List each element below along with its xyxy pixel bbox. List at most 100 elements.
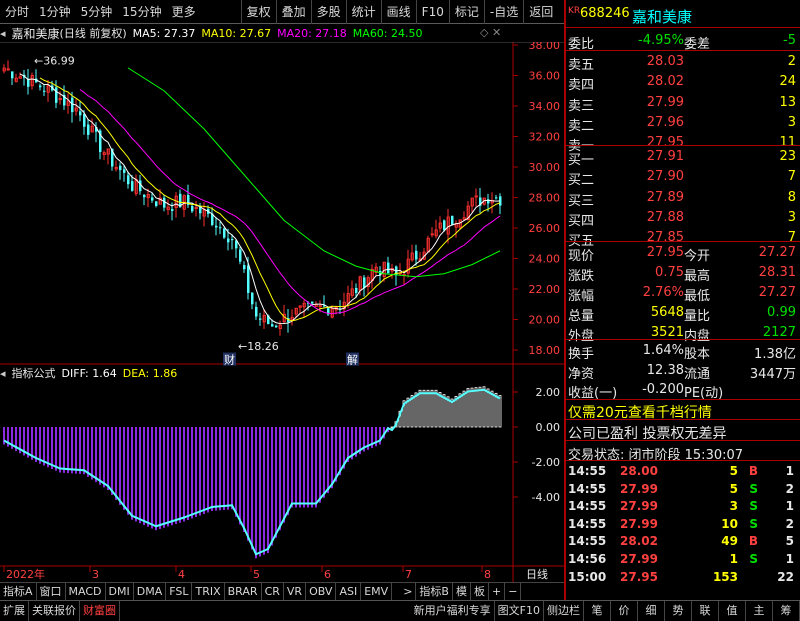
indicator-tab[interactable]: > bbox=[400, 582, 417, 601]
chart-option-icons[interactable]: ◇ ✕ bbox=[480, 26, 501, 39]
bid-price: 27.88 bbox=[646, 209, 684, 225]
toolbar-item[interactable]: F10 bbox=[415, 0, 449, 24]
quote-row[interactable]: 仅需20元查看千档行情 bbox=[566, 400, 800, 421]
stat-value: 5648 bbox=[650, 305, 684, 320]
status-right-item[interactable]: 图文F10 bbox=[495, 600, 544, 621]
ask-price: 27.99 bbox=[646, 94, 684, 110]
panel-switch-button[interactable]: 联 bbox=[692, 600, 719, 621]
macd-bar bbox=[119, 427, 121, 505]
unlock-marker[interactable]: 解 bbox=[347, 353, 358, 367]
indicator-tab[interactable]: ASI bbox=[336, 582, 362, 601]
indicator-tab[interactable]: 指标B bbox=[416, 582, 453, 601]
quote-row: 买二 27.90 7 bbox=[566, 167, 800, 188]
panel-switch-button[interactable]: 势 bbox=[665, 600, 692, 621]
macd-bar bbox=[255, 427, 257, 559]
price-tick-label: 24.00 bbox=[529, 253, 561, 266]
panel-switch-button[interactable]: 笔 bbox=[584, 600, 611, 621]
collapse-icon[interactable]: ◂ bbox=[0, 27, 6, 40]
macd-bar bbox=[223, 427, 225, 510]
low-price-label: ←18.26 bbox=[238, 340, 279, 353]
status-right-item[interactable]: 侧边栏 bbox=[544, 600, 584, 621]
ma20-line bbox=[79, 89, 501, 315]
panel-switch-button[interactable]: 主 bbox=[746, 600, 773, 621]
indicator-tab[interactable]: BRAR bbox=[225, 582, 262, 601]
tick-price: 27.99 bbox=[620, 499, 658, 514]
panel-switch-button[interactable]: 价 bbox=[611, 600, 638, 621]
macd-bar bbox=[179, 427, 181, 523]
toolbar-item[interactable]: 多股 bbox=[310, 0, 346, 24]
quote-row: 外盘 3521 内盘 2127 bbox=[566, 323, 800, 344]
macd-bar bbox=[243, 427, 245, 532]
toolbar-item[interactable]: 1分钟 bbox=[34, 0, 76, 24]
macd-bar bbox=[43, 427, 45, 466]
tick-volume: 153 bbox=[712, 569, 738, 584]
toolbar-item[interactable]: 叠加 bbox=[275, 0, 311, 24]
toolbar-item[interactable]: 统计 bbox=[345, 0, 381, 24]
candle-body bbox=[311, 301, 314, 304]
toolbar-item[interactable]: 画线 bbox=[380, 0, 416, 24]
panel-switch-button[interactable]: 筹 bbox=[773, 600, 800, 621]
quote-row: 总量 5648 量比 0.99 bbox=[566, 303, 800, 324]
tick-count: 2 bbox=[785, 481, 794, 496]
toolbar-item[interactable]: 分时 bbox=[0, 0, 34, 24]
indicator-tab[interactable]: 模 bbox=[453, 582, 471, 601]
macd-bar bbox=[211, 427, 213, 511]
indicator-tab[interactable]: EMV bbox=[361, 582, 393, 601]
price-tick-label: 38.00 bbox=[529, 42, 561, 52]
toolbar-item[interactable]: 5分钟 bbox=[76, 0, 118, 24]
indicator-collapse-icon[interactable]: ◂ bbox=[0, 367, 6, 380]
candle-body bbox=[171, 209, 174, 211]
stat-label: 今开 bbox=[684, 249, 711, 264]
indicator-tab[interactable]: + bbox=[489, 582, 506, 601]
indicator-tab[interactable]: OBV bbox=[306, 582, 337, 601]
tick-row: 14:55 27.99 3 S 1 bbox=[566, 498, 800, 515]
tick-time: 15:00 bbox=[568, 569, 607, 584]
candle-body bbox=[123, 169, 126, 173]
indicator-tab[interactable]: 板 bbox=[471, 582, 489, 601]
macd-bar bbox=[450, 398, 454, 428]
toolbar-item[interactable]: 更多 bbox=[167, 0, 201, 24]
finance-marker[interactable]: 财 bbox=[224, 353, 235, 367]
toolbar-item[interactable]: 15分钟 bbox=[117, 0, 166, 24]
ma60-line bbox=[127, 67, 501, 278]
weibi-value: -4.95% bbox=[638, 33, 684, 48]
price-tick-label: 26.00 bbox=[529, 222, 561, 235]
ask-volume: 2 bbox=[787, 54, 796, 69]
candle-body bbox=[247, 265, 250, 293]
indicator-tab[interactable]: MACD bbox=[66, 582, 106, 601]
toolbar-item[interactable]: 标记 bbox=[448, 0, 484, 24]
macd-bar bbox=[418, 389, 422, 428]
period-indicator[interactable]: 日线 bbox=[526, 567, 548, 581]
diff-label: DIFF: 1.64 bbox=[61, 366, 117, 380]
indicator-tabs: 指标A 窗口 MACD DMI DMA FSL TRIX BRAR CR VR OBV ASI EMV >… bbox=[0, 582, 564, 601]
status-left-item[interactable]: 财富圈 bbox=[80, 600, 120, 621]
indicator-tab[interactable]: DMI bbox=[106, 582, 134, 601]
macd-bar bbox=[327, 427, 329, 494]
toolbar-item[interactable]: -自选 bbox=[483, 0, 523, 24]
macd-bar bbox=[458, 393, 462, 428]
bid-label: 买三 bbox=[568, 193, 595, 209]
indicator-tab[interactable]: 窗口 bbox=[37, 582, 66, 601]
status-right-item[interactable]: 新用户福利专享 bbox=[411, 600, 495, 621]
indicator-tab[interactable]: TRIX bbox=[192, 582, 225, 601]
status-left-item[interactable]: 关联报价 bbox=[29, 600, 80, 621]
tick-price: 28.02 bbox=[620, 534, 658, 549]
date-tick-label: 7 bbox=[405, 568, 412, 581]
toolbar-item[interactable]: 返回 bbox=[523, 0, 558, 24]
toolbar-item[interactable]: 复权 bbox=[240, 0, 276, 24]
ask-label: 卖二 bbox=[568, 118, 595, 134]
macd-bar bbox=[331, 427, 333, 489]
indicator-tab[interactable]: DMA bbox=[134, 582, 167, 601]
indicator-tab[interactable]: 指标A bbox=[0, 582, 37, 601]
indicator-name[interactable]: 指标公式 bbox=[12, 365, 56, 381]
panel-switch-button[interactable]: 细 bbox=[638, 600, 665, 621]
macd-bar bbox=[147, 427, 149, 527]
indicator-tab[interactable]: VR bbox=[284, 582, 307, 601]
status-left-item[interactable]: 扩展 bbox=[0, 600, 29, 621]
indicator-tab[interactable]: − bbox=[505, 582, 522, 601]
indicator-tab[interactable]: FSL bbox=[166, 582, 193, 601]
panel-switch-button[interactable]: 值 bbox=[719, 600, 746, 621]
macd-bar bbox=[55, 427, 57, 471]
indicator-tab[interactable]: CR bbox=[262, 582, 284, 601]
price-chart[interactable]: 38.0036.0034.0032.0030.0028.0026.0024.00… bbox=[0, 42, 564, 582]
